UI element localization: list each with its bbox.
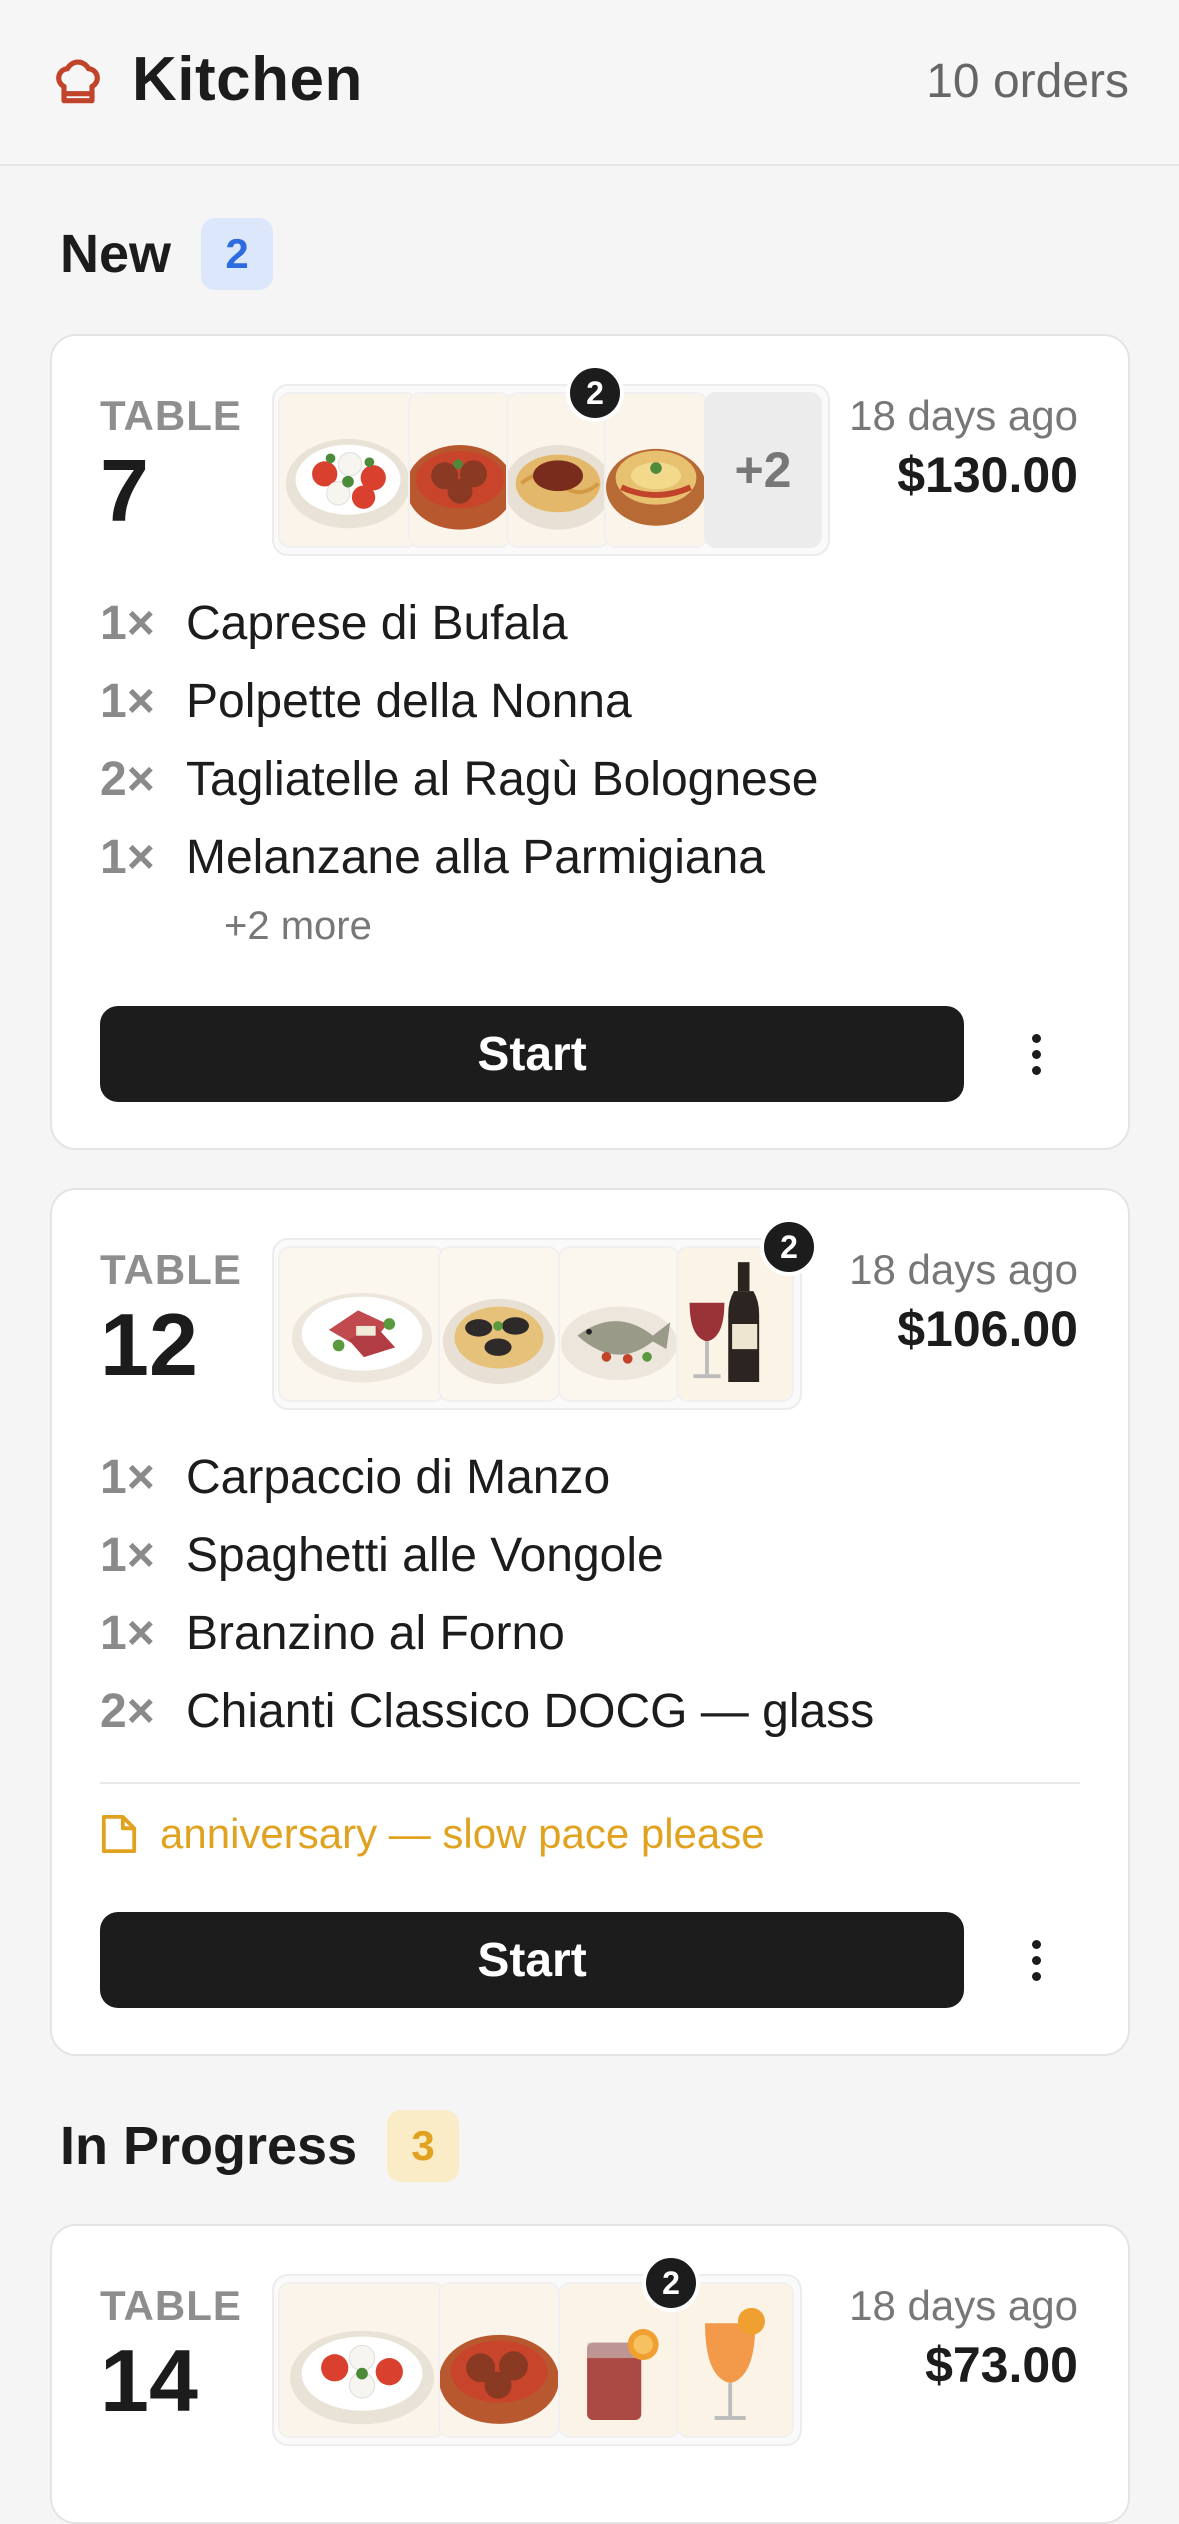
caprese-image [278,2282,446,2438]
order-items: 1× Carpaccio di Manzo 1× Spaghetti alle Vo… [100,1438,1080,1750]
more-items-link[interactable]: +2 more [100,896,1080,956]
count-badge: 3 [387,2110,460,2182]
carpaccio-image [278,1246,446,1402]
order-card-table-7[interactable]: TABLE 7 +2 2 18 days ago $130.00 1× Capre… [50,334,1130,1150]
order-time: 18 days ago [849,1246,1078,1293]
list-item: 1× Branzino al Forno [100,1606,565,1660]
start-button[interactable]: Start [100,1006,964,1102]
item-thumbnails [272,2274,802,2446]
count-badge: 2 [201,218,274,290]
section-new-header: New 2 [60,218,274,290]
section-title: New [60,224,172,284]
spritz-image [676,2282,794,2438]
quantity-badge: 2 [760,1218,818,1276]
order-time: 18 days ago [849,392,1078,439]
list-item: 1× Spaghetti alle Vongole [100,1528,664,1582]
table-number: 7 [100,441,149,540]
list-item: 2× Tagliatelle al Ragù Bolognese [100,752,819,806]
more-items-tile: +2 [704,392,822,548]
table-number: 14 [100,2331,198,2430]
note-text: anniversary — slow pace please [160,1810,765,1857]
polpette-image [408,392,512,548]
more-options-icon[interactable] [1016,1912,1056,2008]
order-time: 18 days ago [849,2282,1078,2329]
section-in-progress-header: In Progress 3 [60,2110,460,2182]
order-total: $106.00 [897,1301,1078,1357]
order-card-table-12[interactable]: TABLE 12 2 18 days ago $106.00 1× Carpacc… [50,1188,1130,2056]
parmigiana-image [604,392,708,548]
vongole-image [438,1246,560,1402]
quantity-badge: 2 [642,2254,700,2312]
order-card-table-14[interactable]: TABLE 14 2 18 days ago $73.00 [50,2224,1130,2524]
app-header: Kitchen 10 orders [0,0,1179,166]
note-icon [101,1814,137,1853]
list-item: 1× Carpaccio di Manzo [100,1450,611,1504]
list-item: 2× Chianti Classico DOCG — glass [100,1684,875,1738]
table-label: TABLE [100,392,242,439]
section-title: In Progress [60,2116,358,2176]
quantity-badge: 2 [566,364,624,422]
caprese-image [278,392,418,548]
order-items: 1× Caprese di Bufala 1× Polpette della Non… [100,584,1080,956]
order-total: $73.00 [925,2337,1078,2393]
page-title: Kitchen [132,45,363,114]
order-note: anniversary — slow pace please [100,1810,765,1858]
chef-hat-icon [56,59,100,104]
more-options-icon[interactable] [1016,1006,1056,1102]
list-item: 1× Caprese di Bufala [100,596,568,650]
polpette-image [438,2282,560,2438]
item-thumbnails: +2 [272,384,830,556]
table-label: TABLE [100,1246,242,1293]
table-number: 12 [100,1295,198,1394]
order-count: 10 orders [926,55,1129,108]
table-label: TABLE [100,2282,242,2329]
list-item: 1× Polpette della Nonna [100,674,632,728]
list-item: 1× Melanzane alla Parmigiana [100,830,765,884]
order-total: $130.00 [897,447,1078,503]
item-thumbnails [272,1238,802,1410]
divider [100,1782,1080,1784]
start-button[interactable]: Start [100,1912,964,2008]
branzino-image [558,1246,680,1402]
